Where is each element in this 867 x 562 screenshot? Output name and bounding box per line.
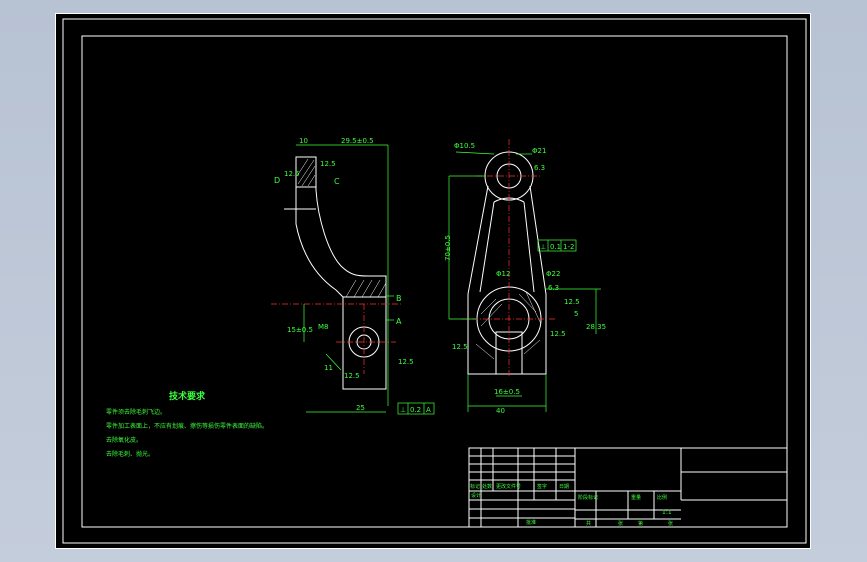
front-dim-width-2: 40 [496, 407, 505, 415]
front-roughness-left: 12.5 [452, 343, 468, 351]
label-a: A [396, 317, 402, 326]
tb-label-sign: 签字 [537, 483, 547, 490]
front-dim-phi22: Φ22 [546, 270, 560, 278]
tb-approve: 批准 [526, 519, 536, 526]
front-dim-height: 70±0.5 [444, 235, 452, 261]
front-roughness-top: 6.3 [534, 164, 545, 172]
side-dim-12-5b: 12.5 [344, 372, 360, 380]
front-tol-datum: 1-2 [563, 243, 574, 251]
side-dim-11: 11 [324, 364, 333, 372]
notes-title: 技术要求 [169, 390, 206, 402]
tb-weight: 重量 [631, 494, 641, 501]
label-c: C [334, 177, 340, 186]
front-dim-phi12: Φ12 [496, 270, 510, 278]
side-dim-15: 15±0.5 [287, 326, 313, 334]
front-dim-right: 5 [574, 310, 578, 318]
front-dim-right-2: 28.35 [586, 323, 606, 331]
side-dim-top: 29.5±0.5 [341, 137, 374, 145]
tb-scale-label: 比例 [657, 494, 667, 501]
side-view[interactable]: 10 29.5±0.5 12.5 12.5 D C B A 15±0.5 M8 … [271, 137, 435, 415]
front-hatch [475, 291, 542, 360]
side-roughness-1: 12.5 [320, 160, 336, 168]
front-tol-symbol: ⊥ [540, 243, 546, 251]
tol-datum: A [426, 406, 431, 414]
tol-symbol: ⊥ [400, 406, 406, 414]
front-dim-phi-top: Φ21 [532, 147, 546, 155]
cad-drawing[interactable]: 10 29.5±0.5 12.5 12.5 D C B A 15±0.5 M8 … [56, 14, 812, 550]
tb-scale: 1:1 [662, 509, 672, 516]
tb-page: 第 [638, 520, 643, 527]
tb-label-mark: 标记 [470, 483, 480, 490]
notes-line-3: 去除氧化皮。 [106, 436, 142, 444]
tb-label-change: 更改文件号 [496, 483, 521, 490]
side-dim-m8: M8 [318, 323, 329, 331]
tb-stage: 阶段标记 [578, 494, 598, 501]
notes-line-1: 零件须去除毛刺飞边。 [106, 408, 166, 416]
notes-line-4: 去除毛刺、抛光。 [106, 450, 154, 458]
side-tolerance-frame: ⊥ 0.2 A [397, 402, 435, 415]
tol-value: 0.2 [410, 406, 421, 414]
tb-label-date: 日期 [559, 484, 569, 490]
front-roughness-mid: 6.3 [548, 284, 559, 292]
tb-total: 共 [586, 520, 591, 527]
tb-sheet-unit-1: 张 [618, 520, 623, 527]
label-d: D [274, 176, 280, 185]
outer-frame [62, 18, 807, 544]
front-tolerance-frame: ⊥ 0.1 1-2 [537, 239, 577, 252]
side-dim-12-5: 12.5 [284, 170, 300, 178]
leader-phi-small [455, 151, 495, 155]
front-roughness-right: 12.5 [550, 330, 566, 338]
tb-sheet-unit-2: 张 [668, 520, 673, 527]
front-arm-outline [467, 185, 547, 375]
tb-design: 设计 [471, 492, 481, 499]
side-dim-top-small: 10 [299, 137, 308, 145]
front-dim-12-5: 12.5 [564, 298, 580, 306]
hatch-bottom [345, 279, 387, 298]
front-tol-value: 0.1 [550, 243, 561, 251]
notes-line-2: 零件加工表面上，不应有划痕、擦伤等损伤零件表面的缺陷。 [106, 422, 268, 430]
technical-notes: 技术要求 零件须去除毛刺飞边。 零件加工表面上，不应有划痕、擦伤等损伤零件表面的… [106, 390, 268, 458]
side-dim-bottom: 25 [356, 404, 365, 412]
front-dim-width-1: 16±0.5 [494, 388, 520, 396]
label-b: B [396, 294, 402, 303]
tb-label-count: 处数 [482, 483, 492, 490]
front-dim-phi-small: Φ10.5 [454, 142, 475, 150]
title-block[interactable]: 标记 处数 更改文件号 签字 日期 设计 阶段标记 重量 比例 1:1 批准 共… [468, 447, 788, 528]
hatch-top [296, 158, 316, 187]
front-view[interactable]: Φ10.5 Φ21 6.3 70±0.5 Φ12 Φ22 6.3 12.5 5 … [444, 139, 606, 415]
side-roughness-2: 12.5 [398, 358, 414, 366]
drawing-viewport[interactable]: 10 29.5±0.5 12.5 12.5 D C B A 15±0.5 M8 … [55, 13, 811, 549]
